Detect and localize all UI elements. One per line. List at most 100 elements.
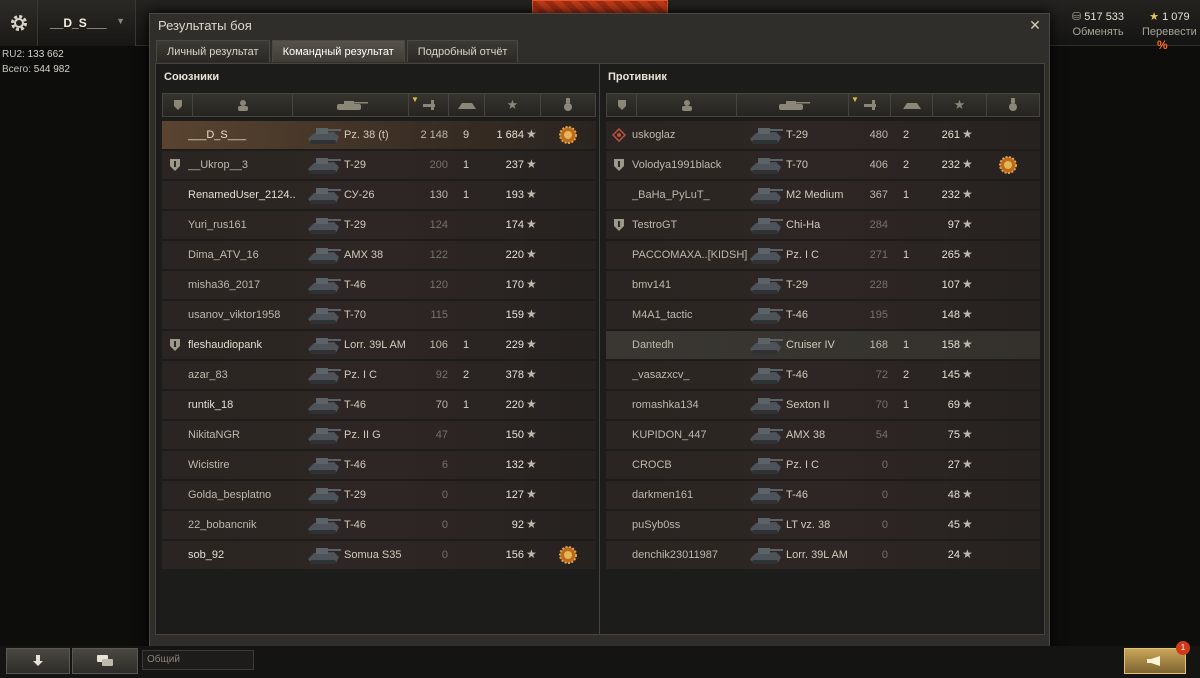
damage-value: 0 <box>441 489 448 501</box>
xp-star-icon: ★ <box>526 277 537 291</box>
table-row[interactable]: KUPIDON_447 AMX 38 54 75 ★ <box>606 421 1040 449</box>
sort-tank-button[interactable] <box>737 94 849 116</box>
table-row[interactable]: darkmen161 T-46 0 48 ★ <box>606 481 1040 509</box>
tab-team-result[interactable]: Командный результат <box>271 40 405 62</box>
credits-icon: ⛁ <box>1072 11 1082 23</box>
table-row[interactable]: Volodya1991black T-70 406 2 232 ★ <box>606 151 1040 179</box>
table-row[interactable]: _BaHa_PyLuT_ M2 Medium 367 1 232 ★ <box>606 181 1040 209</box>
sort-platoon-button[interactable] <box>607 94 637 116</box>
tab-personal-result[interactable]: Личный результат <box>156 40 270 62</box>
table-row[interactable]: fleshaudiopank Lorr. 39L AM 106 1 229 ★ <box>162 331 596 359</box>
xp-value: 229 <box>505 339 524 351</box>
table-row[interactable]: denchik23011987 Lorr. 39L AM 0 24 ★ <box>606 541 1040 569</box>
table-row[interactable]: sob_92 Somua S35 0 156 ★ <box>162 541 596 569</box>
xp-star-icon: ★ <box>526 367 537 381</box>
table-row[interactable]: RenamedUser_2124.. СУ-26 130 1 193 ★ <box>162 181 596 209</box>
sort-arrow-icon: ▼ <box>411 95 419 104</box>
table-row[interactable]: Golda_besplatno T-29 0 127 ★ <box>162 481 596 509</box>
sort-xp-button[interactable]: ★ <box>485 94 541 116</box>
table-row[interactable]: __Ukrop__3 T-29 200 1 237 ★ <box>162 151 596 179</box>
damage-value: 367 <box>869 189 888 201</box>
table-row[interactable]: usanov_viktor1958 T-70 115 159 ★ <box>162 301 596 329</box>
total-stat: Всего: 544 982 <box>2 64 70 75</box>
table-row[interactable]: 22_bobancnik T-46 0 92 ★ <box>162 511 596 539</box>
xp-value: 156 <box>505 549 524 561</box>
chat-input[interactable]: Общий <box>142 650 254 670</box>
enemies-column-header: ▼ ★ <box>606 93 1040 117</box>
achievement-medal[interactable] <box>998 155 1018 178</box>
sort-medal-button[interactable] <box>987 94 1039 116</box>
damage-value: 2 148 <box>420 129 448 141</box>
table-row[interactable]: PACCOMAXA..[KIDSH] Pz. I C 271 1 265 ★ <box>606 241 1040 269</box>
achievement-medal[interactable] <box>558 545 578 568</box>
table-row[interactable]: NikitaNGR Pz. II G 47 150 ★ <box>162 421 596 449</box>
xp-star-icon: ★ <box>962 337 973 351</box>
damage-value: 72 <box>875 369 888 381</box>
sort-player-button[interactable] <box>637 94 737 116</box>
damage-value: 120 <box>429 279 448 291</box>
allies-panel: Союзники ▼ ★ ___D_S___ Pz. 38 (t) 2 148 … <box>155 63 601 635</box>
xp-star-icon: ★ <box>526 487 537 501</box>
sort-kills-button[interactable] <box>891 94 933 116</box>
tab-detailed-report[interactable]: Подробный отчёт <box>406 40 519 62</box>
table-row[interactable]: runtik_18 T-46 70 1 220 ★ <box>162 391 596 419</box>
kills-value: 9 <box>462 129 470 141</box>
table-row[interactable]: Dima_ATV_16 AMX 38 122 220 ★ <box>162 241 596 269</box>
gold-star-icon: ★ <box>1149 11 1160 23</box>
table-row[interactable]: M4A1_tactic T-46 195 148 ★ <box>606 301 1040 329</box>
tank-thumbnail-icon <box>308 278 341 294</box>
table-row[interactable]: CROCB Pz. I C 0 27 ★ <box>606 451 1040 479</box>
tank-thumbnail-icon <box>308 158 341 174</box>
download-button[interactable] <box>6 648 70 674</box>
table-row[interactable]: bmv141 T-29 228 107 ★ <box>606 271 1040 299</box>
sort-medal-button[interactable] <box>541 94 595 116</box>
table-row[interactable]: Wicistire T-46 6 132 ★ <box>162 451 596 479</box>
table-row[interactable]: TestroGT Chi-Ha 284 97 ★ <box>606 211 1040 239</box>
table-row[interactable]: azar_83 Pz. I C 92 2 378 ★ <box>162 361 596 389</box>
kills-value: 2 <box>902 369 910 381</box>
sort-platoon-button[interactable] <box>163 94 193 116</box>
sort-player-button[interactable] <box>193 94 293 116</box>
damage-value: 228 <box>869 279 888 291</box>
credits-block[interactable]: ⛁ 517 533 Обменять <box>1072 10 1124 38</box>
tank-thumbnail <box>304 273 342 300</box>
exchange-link[interactable]: Обменять <box>1072 26 1124 38</box>
player-name: Dantedh <box>632 339 674 351</box>
xp-value: 150 <box>505 429 524 441</box>
sort-xp-button[interactable]: ★ <box>933 94 987 116</box>
damage-value: 124 <box>429 219 448 231</box>
xp-value: 232 <box>941 159 960 171</box>
table-row[interactable]: Yuri_rus161 T-29 124 174 ★ <box>162 211 596 239</box>
tank-name: Lorr. 39L AM <box>786 549 848 561</box>
table-row[interactable]: uskoglaz T-29 480 2 261 ★ <box>606 121 1040 149</box>
megaphone-icon <box>1147 656 1160 666</box>
table-row[interactable]: ___D_S___ Pz. 38 (t) 2 148 9 1 684 ★ <box>162 121 596 149</box>
transfer-link[interactable]: Перевести <box>1142 26 1197 38</box>
table-row[interactable]: puSyb0ss LT vz. 38 0 45 ★ <box>606 511 1040 539</box>
settings-button[interactable] <box>0 0 38 46</box>
achievement-medal[interactable] <box>558 125 578 148</box>
table-row[interactable]: romashka134 Sexton II 70 1 69 ★ <box>606 391 1040 419</box>
gold-value: 1 079 <box>1162 11 1190 23</box>
chat-channels-button[interactable] <box>72 648 138 674</box>
close-icon[interactable]: ✕ <box>1027 17 1043 33</box>
xp-star-icon: ★ <box>526 247 537 261</box>
table-row[interactable]: _vasazxcv_ T-46 72 2 145 ★ <box>606 361 1040 389</box>
tank-thumbnail-icon <box>308 308 341 324</box>
xp-star-icon: ★ <box>962 547 973 561</box>
damage-value: 70 <box>875 399 888 411</box>
table-row[interactable]: misha36_2017 T-46 120 170 ★ <box>162 271 596 299</box>
sort-kills-button[interactable] <box>449 94 485 116</box>
player-menu[interactable]: __D_S___ ▼ <box>38 0 136 46</box>
platoon-marker <box>612 218 626 235</box>
player-name: 22_bobancnik <box>188 519 257 531</box>
xp-value: 170 <box>505 279 524 291</box>
tank-thumbnail <box>304 333 342 360</box>
table-row[interactable]: Dantedh Cruiser IV 168 1 158 ★ <box>606 331 1040 359</box>
gold-block[interactable]: ★ 1 079 Перевести <box>1142 10 1197 38</box>
sort-damage-button[interactable]: ▼ <box>409 94 449 116</box>
medal-icon <box>559 126 577 144</box>
damage-value: 195 <box>869 309 888 321</box>
sort-tank-button[interactable] <box>293 94 409 116</box>
sort-damage-button[interactable]: ▼ <box>849 94 891 116</box>
